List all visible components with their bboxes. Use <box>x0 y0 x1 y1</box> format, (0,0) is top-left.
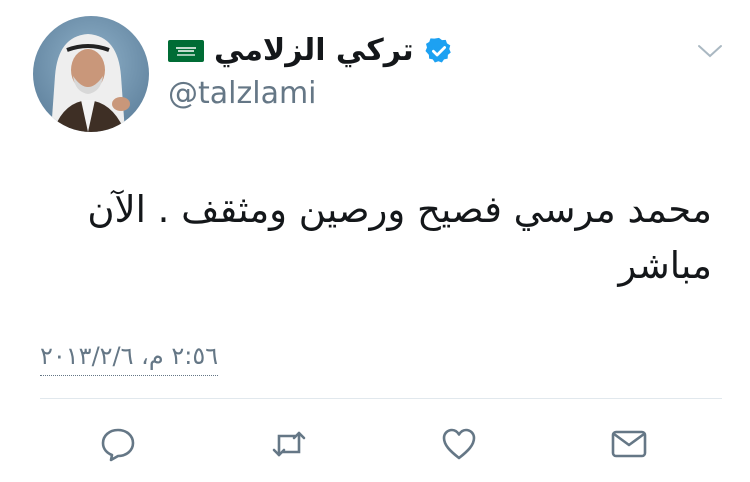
author-display-name[interactable]: تركي الزلامي <box>214 36 414 66</box>
retweet-button[interactable] <box>270 425 308 463</box>
avatar[interactable] <box>33 16 149 132</box>
profile-photo <box>33 16 149 132</box>
chevron-down-icon[interactable] <box>697 43 723 59</box>
tweet-timestamp[interactable]: ٢:٥٦ م، ٢٠١٣/٢/٦ <box>40 342 219 376</box>
saudi-flag-icon <box>168 40 204 62</box>
verified-badge-icon <box>425 37 451 63</box>
tweet-text: محمد مرسي فصيح ورصين ومثقف . الآن مباشر <box>87 188 712 287</box>
author-header: تركي الزلامي <box>168 31 454 71</box>
heart-icon <box>442 428 476 460</box>
reply-icon <box>101 428 135 462</box>
message-button[interactable] <box>610 425 648 463</box>
retweet-icon <box>272 431 306 457</box>
like-button[interactable] <box>440 425 478 463</box>
reply-button[interactable] <box>99 425 137 463</box>
author-handle[interactable]: @talzlami <box>168 76 317 112</box>
envelope-icon <box>611 430 647 458</box>
divider <box>40 398 722 399</box>
